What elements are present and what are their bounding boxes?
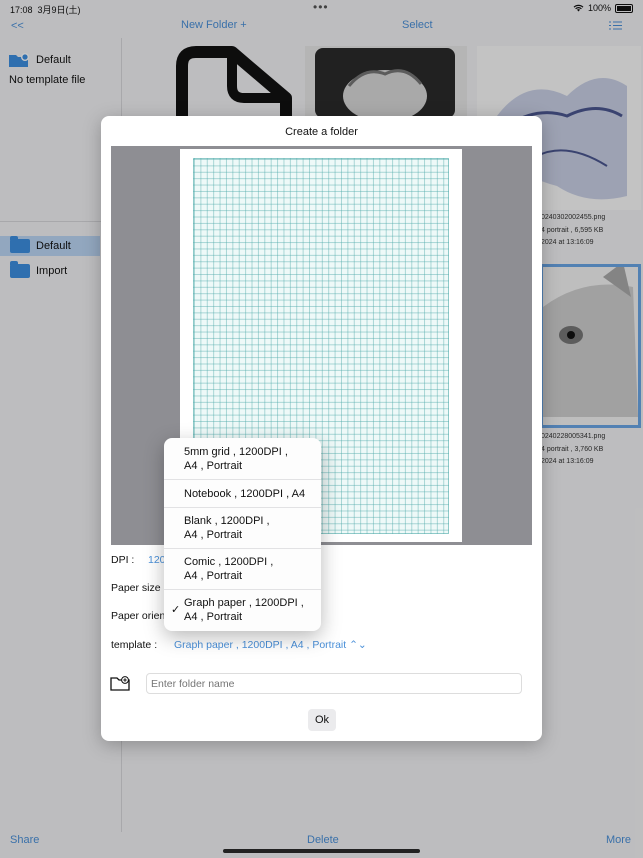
folder-plus-icon — [110, 676, 130, 691]
dpi-label: DPI : — [111, 554, 135, 566]
ok-button[interactable]: Ok — [308, 709, 336, 731]
dpi-value[interactable]: 120 — [148, 554, 166, 566]
menu-item-blank[interactable]: Blank , 1200DPI , A4 , Portrait — [164, 508, 321, 549]
paper-size-label: Paper size — [111, 582, 161, 594]
home-indicator — [223, 849, 420, 853]
create-folder-dialog: Create a folder DPI : 120 Paper size Pap… — [101, 116, 542, 741]
checkmark-icon: ✓ — [171, 604, 181, 616]
paper-orientation-label: Paper orien — [111, 610, 166, 622]
template-dropdown-menu: 5mm grid , 1200DPI , A4 , Portrait Notebo… — [164, 438, 321, 631]
menu-item-notebook[interactable]: Notebook , 1200DPI , A4 — [164, 480, 321, 508]
menu-item-graph-paper[interactable]: ✓ Graph paper , 1200DPI , A4 , Portrait — [164, 590, 321, 631]
template-select[interactable]: Graph paper , 1200DPI , A4 , Portrait ⌃⌄ — [174, 639, 367, 651]
dialog-title: Create a folder — [285, 126, 358, 138]
folder-name-input[interactable] — [146, 673, 522, 694]
menu-item-comic[interactable]: Comic , 1200DPI , A4 , Portrait — [164, 549, 321, 590]
template-label: template : — [111, 639, 158, 651]
menu-item-5mm-grid[interactable]: 5mm grid , 1200DPI , A4 , Portrait — [164, 438, 321, 480]
